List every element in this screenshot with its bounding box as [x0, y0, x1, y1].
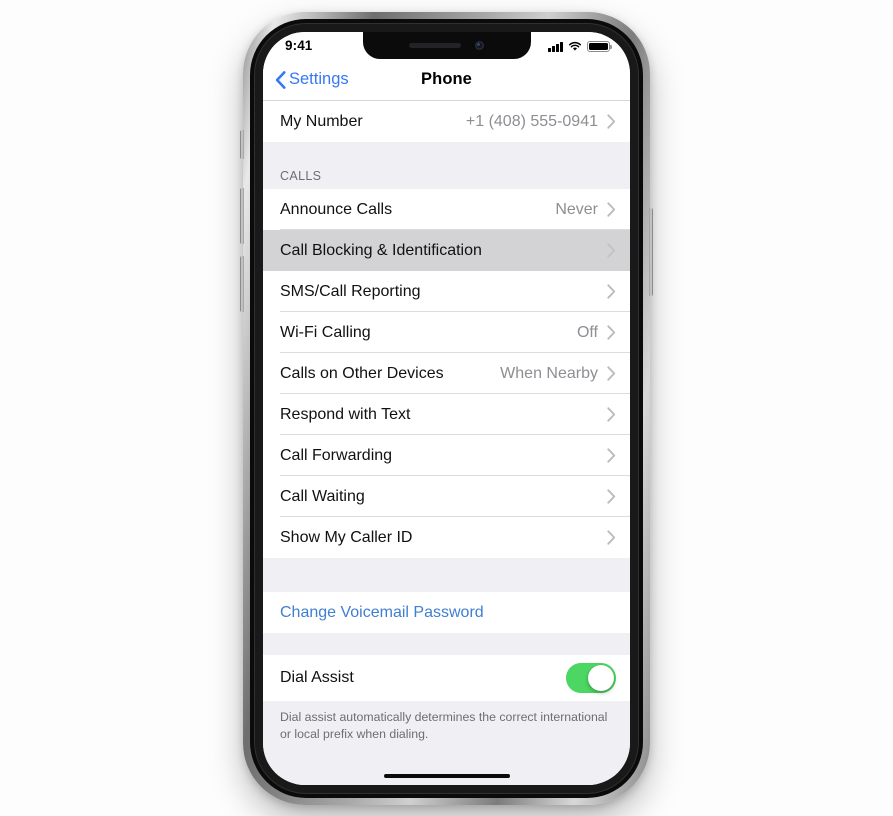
- dial-assist-group: Dial Assist: [263, 655, 630, 701]
- section-header-label: CALLS: [280, 168, 322, 183]
- row-dial-assist[interactable]: Dial Assist: [263, 655, 630, 701]
- navigation-bar: Settings Phone: [263, 59, 630, 101]
- chevron-right-icon: [607, 114, 616, 129]
- row-label: Call Waiting: [280, 487, 365, 505]
- volume-up-button[interactable]: [240, 188, 244, 244]
- chevron-right-icon: [607, 202, 616, 217]
- earpiece-speaker-icon: [409, 43, 461, 48]
- front-camera-icon: [475, 41, 484, 50]
- row-label: Change Voicemail Password: [280, 603, 484, 621]
- iphone-device-frame: 9:41 Settings Phone My Number +1 (408) 5…: [240, 12, 653, 805]
- side-power-button[interactable]: [649, 208, 653, 296]
- section-gap: [263, 558, 630, 592]
- dial-assist-footer-note: Dial assist automatically determines the…: [263, 701, 630, 743]
- settings-list[interactable]: My Number +1 (408) 555-0941 CALLS Announ…: [263, 101, 630, 785]
- chevron-right-icon: [607, 448, 616, 463]
- chevron-right-icon: [607, 325, 616, 340]
- row-sms-call-reporting[interactable]: SMS/Call Reporting: [263, 271, 630, 312]
- row-label: Calls on Other Devices: [280, 364, 444, 382]
- row-respond-with-text[interactable]: Respond with Text: [263, 394, 630, 435]
- row-show-my-caller-id[interactable]: Show My Caller ID: [263, 517, 630, 558]
- row-label: Wi-Fi Calling: [280, 323, 371, 341]
- row-label: Dial Assist: [280, 669, 354, 686]
- device-notch: [362, 32, 531, 59]
- row-wifi-calling[interactable]: Wi-Fi Calling Off: [263, 312, 630, 353]
- voicemail-group: Change Voicemail Password: [263, 592, 630, 633]
- row-label: Respond with Text: [280, 405, 411, 423]
- chevron-right-icon: [607, 407, 616, 422]
- back-button-label: Settings: [289, 70, 349, 89]
- row-label: Announce Calls: [280, 200, 393, 218]
- mute-switch-button[interactable]: [240, 130, 244, 159]
- row-value: When Nearby: [500, 364, 598, 382]
- chevron-right-icon: [607, 366, 616, 381]
- row-label: Show My Caller ID: [280, 528, 413, 546]
- chevron-right-icon: [607, 284, 616, 299]
- row-label: Call Blocking & Identification: [280, 241, 482, 259]
- phone-screen: 9:41 Settings Phone My Number +1 (408) 5…: [263, 32, 630, 785]
- row-my-number[interactable]: My Number +1 (408) 555-0941: [263, 101, 630, 142]
- section-header-calls: CALLS: [263, 142, 630, 189]
- volume-down-button[interactable]: [240, 256, 244, 312]
- row-call-waiting[interactable]: Call Waiting: [263, 476, 630, 517]
- chevron-right-icon: [607, 243, 616, 258]
- chevron-right-icon: [607, 489, 616, 504]
- chevron-right-icon: [607, 530, 616, 545]
- row-call-forwarding[interactable]: Call Forwarding: [263, 435, 630, 476]
- calls-group: Announce Calls Never Call Blocking & Ide…: [263, 189, 630, 558]
- cellular-signal-icon: [548, 42, 563, 52]
- battery-full-icon: [587, 41, 612, 52]
- my-number-group: My Number +1 (408) 555-0941: [263, 101, 630, 142]
- back-to-settings-button[interactable]: Settings: [275, 70, 349, 89]
- status-bar-time: 9:41: [285, 38, 313, 54]
- page-root: 9:41 Settings Phone My Number +1 (408) 5…: [0, 0, 893, 816]
- row-value: Off: [576, 323, 598, 341]
- section-gap: [263, 633, 630, 655]
- row-change-voicemail-password[interactable]: Change Voicemail Password: [263, 592, 630, 633]
- row-label: Call Forwarding: [280, 446, 393, 464]
- row-label: SMS/Call Reporting: [280, 282, 421, 300]
- chevron-left-icon: [275, 70, 286, 89]
- home-indicator[interactable]: [383, 773, 510, 778]
- toggle-knob: [587, 664, 615, 692]
- status-bar-indicators: [548, 39, 612, 52]
- wifi-icon: [568, 41, 582, 51]
- row-announce-calls[interactable]: Announce Calls Never: [263, 189, 630, 230]
- row-value: +1 (408) 555-0941: [465, 112, 598, 130]
- dial-assist-toggle[interactable]: [566, 663, 616, 693]
- row-calls-on-other-devices[interactable]: Calls on Other Devices When Nearby: [263, 353, 630, 394]
- row-label: My Number: [280, 112, 363, 130]
- row-call-blocking-identification[interactable]: Call Blocking & Identification: [263, 230, 630, 271]
- row-value: Never: [555, 200, 598, 218]
